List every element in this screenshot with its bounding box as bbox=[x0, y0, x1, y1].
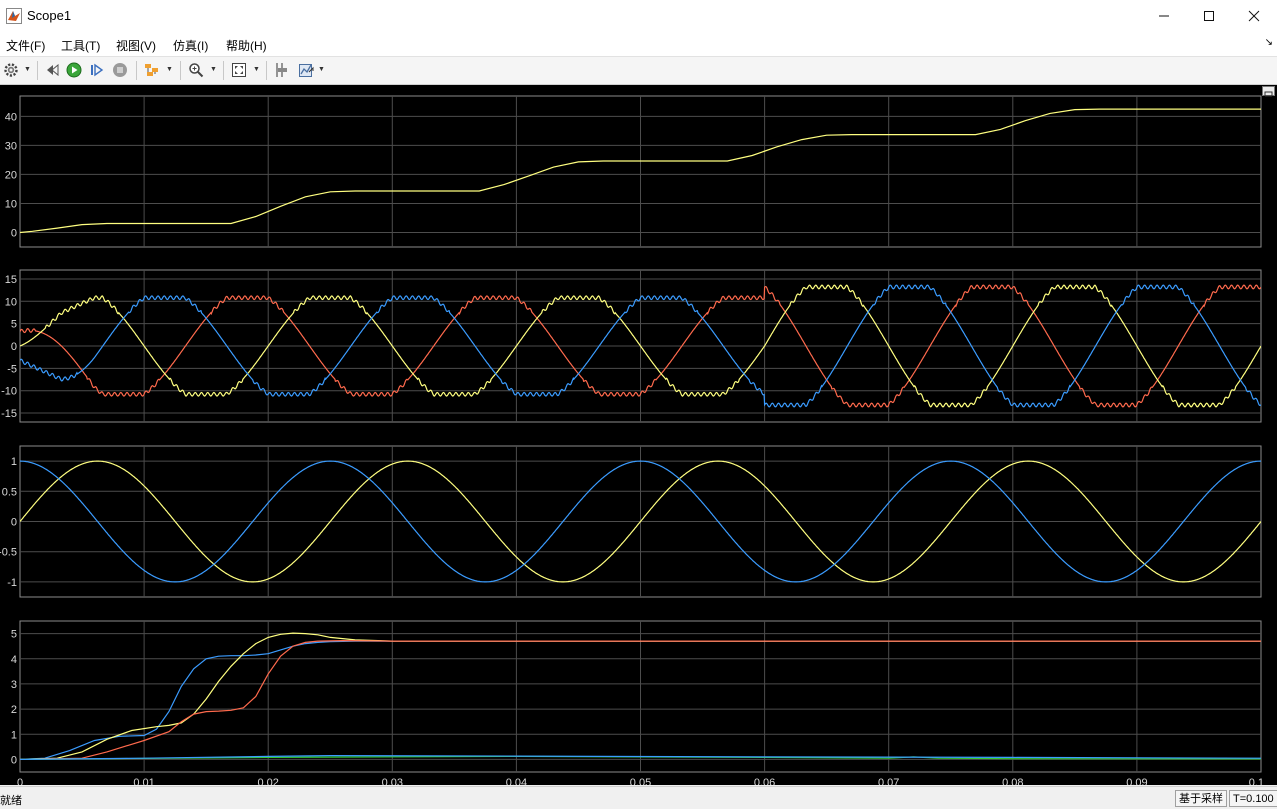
x-tick-label: 0.09 bbox=[1126, 777, 1147, 785]
y-tick-label: 5 bbox=[11, 319, 17, 331]
close-icon bbox=[1248, 10, 1260, 22]
signal-properties-icon bbox=[299, 64, 314, 77]
sampling-mode: 基于采样 bbox=[1175, 790, 1227, 807]
y-tick-label: 1 bbox=[11, 456, 17, 468]
x-tick-label: 0.1 bbox=[1249, 777, 1264, 785]
x-tick-label: 0 bbox=[17, 777, 23, 785]
cursor-measure-icon bbox=[276, 63, 287, 77]
scope-axes-4: 5 4 3 2 1 0 0 0.01 0.02 0.03 0.04 0.05 0.06 0.07 0.08 0… bbox=[11, 620, 1264, 785]
x-tick-label: 0.07 bbox=[878, 777, 899, 785]
status-bar: 就绪 基于采样 T=0.100 bbox=[0, 786, 1277, 809]
y-tick-label: 5 bbox=[11, 629, 17, 641]
properties-dropdown-icon[interactable]: ▼ bbox=[318, 66, 325, 73]
y-tick-label: -1 bbox=[7, 577, 17, 589]
fit-to-view-button[interactable] bbox=[229, 61, 249, 79]
y-tick-label: 20 bbox=[5, 169, 17, 181]
x-tick-label: 0.05 bbox=[630, 777, 651, 785]
y-tick-label: 0 bbox=[11, 341, 17, 353]
y-tick-label: 2 bbox=[11, 704, 17, 716]
fit-dropdown-icon[interactable]: ▼ bbox=[253, 66, 260, 73]
maximize-icon bbox=[1204, 11, 1214, 21]
simulation-time: T=0.100 bbox=[1229, 790, 1277, 807]
maximize-button[interactable] bbox=[1186, 0, 1232, 32]
fit-to-view-icon bbox=[232, 63, 246, 77]
x-tick-label: 0.02 bbox=[257, 777, 278, 785]
minimize-button[interactable] bbox=[1141, 0, 1187, 32]
menu-view[interactable]: 视图(V) bbox=[116, 37, 156, 54]
menu-bar: 文件(F) 工具(T) 视图(V) 仿真(I) 帮助(H) ↘ bbox=[0, 32, 1277, 57]
y-tick-label: 0 bbox=[11, 517, 17, 529]
step-back-icon bbox=[47, 63, 59, 77]
highlight-button[interactable] bbox=[142, 61, 162, 79]
matlab-logo-icon bbox=[6, 8, 22, 24]
scope-axes-1: 0 10 20 30 40 bbox=[5, 95, 1262, 248]
minimize-icon bbox=[1159, 15, 1169, 17]
zoom-button[interactable] bbox=[186, 61, 206, 79]
y-tick-label: 0 bbox=[11, 227, 17, 239]
y-tick-label: 1 bbox=[11, 729, 17, 741]
window-title: Scope1 bbox=[27, 8, 72, 23]
cursor-measure-button[interactable] bbox=[272, 61, 292, 79]
status-text: 就绪 bbox=[0, 795, 22, 807]
scope-plots: 010203040151050-5-10-1510.50-0.5-1543210… bbox=[0, 95, 1264, 785]
toolbar-separator bbox=[223, 61, 224, 80]
y-tick-label: -5 bbox=[7, 363, 17, 375]
zoom-icon bbox=[189, 63, 204, 78]
zoom-dropdown-icon[interactable]: ▼ bbox=[210, 66, 217, 73]
y-tick-label: 10 bbox=[5, 296, 17, 308]
settings-button[interactable] bbox=[1, 61, 21, 79]
y-tick-label: 40 bbox=[5, 111, 17, 123]
menu-help[interactable]: 帮助(H) bbox=[226, 37, 267, 54]
x-tick-label: 0.08 bbox=[1002, 777, 1023, 785]
highlight-icon bbox=[145, 64, 158, 76]
step-forward-icon bbox=[91, 63, 104, 77]
menu-tools[interactable]: 工具(T) bbox=[61, 37, 100, 54]
stop-icon bbox=[113, 63, 127, 77]
y-tick-label: -15 bbox=[1, 408, 17, 420]
x-tick-label: 0.06 bbox=[754, 777, 775, 785]
x-tick-label: 0.04 bbox=[506, 777, 527, 785]
run-button[interactable] bbox=[64, 61, 84, 79]
y-tick-label: 10 bbox=[5, 198, 17, 210]
y-tick-label: 4 bbox=[11, 654, 17, 666]
y-tick-label: 30 bbox=[5, 140, 17, 152]
y-tick-label: 3 bbox=[11, 679, 17, 691]
highlight-dropdown-icon[interactable]: ▼ bbox=[166, 66, 173, 73]
menu-file[interactable]: 文件(F) bbox=[6, 37, 45, 54]
toolbar: ▼ ▼ ▼ ▼ ▼ bbox=[0, 57, 1277, 85]
toolbar-separator bbox=[180, 61, 181, 80]
toolbar-separator bbox=[266, 61, 267, 80]
run-icon bbox=[66, 62, 82, 78]
close-button[interactable] bbox=[1231, 0, 1277, 32]
gear-icon bbox=[4, 63, 18, 77]
scope-axes-3: 1 0.5 0 -0.5 -1 bbox=[0, 445, 1262, 598]
scope-axes-2: 15 10 5 0 -5 -10 -15 bbox=[1, 269, 1262, 423]
x-tick-label: 0.03 bbox=[382, 777, 403, 785]
undock-icon bbox=[1264, 91, 1273, 97]
menu-dock-icon[interactable]: ↘ bbox=[1265, 37, 1273, 48]
stop-button[interactable] bbox=[110, 61, 130, 79]
signal-properties-button[interactable] bbox=[296, 61, 316, 79]
y-tick-label: -0.5 bbox=[0, 547, 17, 559]
step-forward-button[interactable] bbox=[87, 61, 107, 79]
undock-button[interactable] bbox=[1262, 86, 1275, 97]
y-tick-label: 0 bbox=[11, 754, 17, 766]
title-bar: Scope1 bbox=[0, 0, 1277, 32]
step-back-button[interactable] bbox=[42, 61, 62, 79]
scope-display: 010203040151050-5-10-1510.50-0.5-1543210… bbox=[0, 85, 1277, 785]
y-tick-label: -10 bbox=[1, 386, 17, 398]
x-tick-label: 0.01 bbox=[133, 777, 154, 785]
settings-dropdown-icon[interactable]: ▼ bbox=[24, 66, 31, 73]
toolbar-separator bbox=[37, 61, 38, 80]
toolbar-separator bbox=[136, 61, 137, 80]
y-tick-label: 0.5 bbox=[2, 486, 17, 498]
y-tick-label: 15 bbox=[5, 274, 17, 286]
menu-simulation[interactable]: 仿真(I) bbox=[173, 37, 208, 54]
